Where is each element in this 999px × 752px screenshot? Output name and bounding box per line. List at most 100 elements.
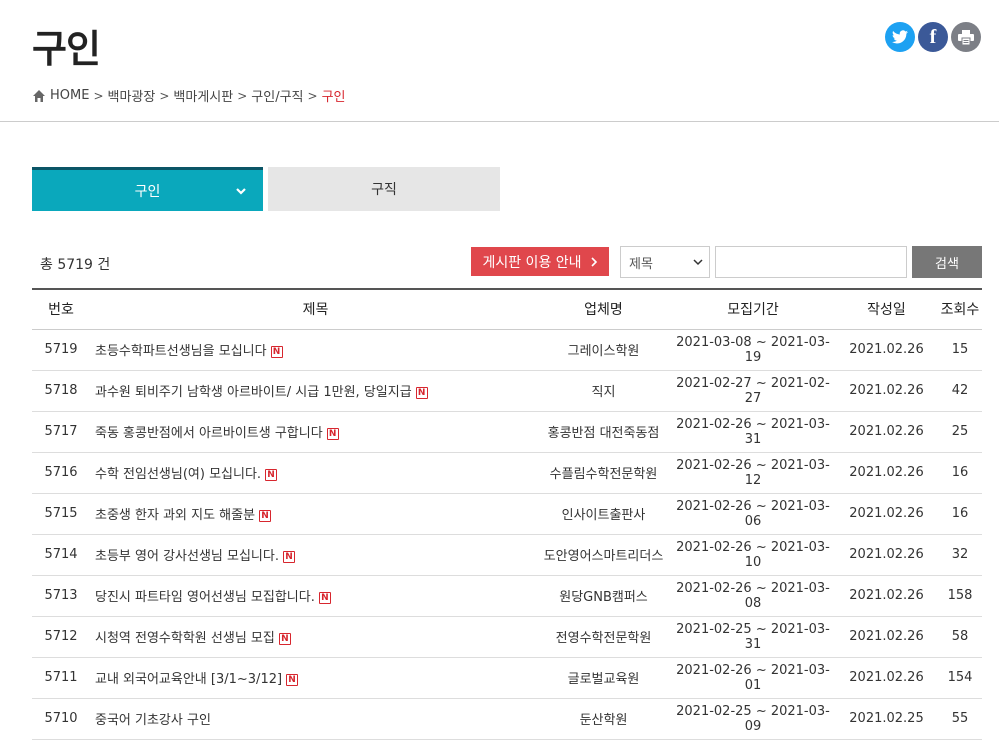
row-views: 32 [938, 534, 982, 576]
tab-job-offer[interactable]: 구인 [32, 167, 263, 211]
table-row[interactable]: 5710 중국어 기초강사 구인 둔산학원 2021-02-25 ~ 2021-03-… [32, 698, 982, 740]
row-views: 42 [938, 370, 982, 412]
row-title-link[interactable]: 수학 전임선생님(여) 모십니다. [95, 467, 261, 482]
row-title-link[interactable]: 당진시 파트타임 영어선생님 모집합니다. [95, 590, 315, 605]
row-title-link[interactable]: 과수원 퇴비주기 남학생 아르바이트/ 시급 1만원, 당일지급 [95, 385, 412, 400]
row-title-cell: 수학 전임선생님(여) 모십니다. N [90, 452, 536, 494]
row-title-link[interactable]: 초등수학파트선생님을 모십니다 [95, 344, 267, 359]
row-views: 58 [938, 616, 982, 658]
total-count: 총 5719 건 [40, 257, 111, 273]
table-row[interactable]: 5718 과수원 퇴비주기 남학생 아르바이트/ 시급 1만원, 당일지급 N 직지 2… [32, 370, 982, 412]
new-badge-icon: N [259, 510, 272, 522]
table-row[interactable]: 5711 교내 외국어교육안내 [3/1~3/12] N 글로벌교육원 2021-02-… [32, 657, 982, 699]
row-title-cell: 초중생 한자 과외 지도 해줄분 N [90, 493, 536, 535]
row-date: 2021.02.26 [835, 657, 938, 699]
row-title-link[interactable]: 죽동 홍콩반점에서 아르바이트생 구합니다 [95, 426, 323, 441]
row-date: 2021.02.26 [835, 616, 938, 658]
row-company: 그레이스학원 [536, 329, 671, 371]
row-company: 전영수학전문학원 [536, 616, 671, 658]
row-views: 154 [938, 657, 982, 699]
breadcrumb-item[interactable]: 백마게시판 [173, 86, 233, 105]
chevron-down-icon [236, 187, 246, 195]
search-select-value: 제목 [629, 256, 653, 272]
home-icon [33, 89, 45, 102]
column-header-title: 제목 [90, 288, 536, 330]
row-company: 글로벌교육원 [536, 657, 671, 699]
row-views: 16 [938, 452, 982, 494]
table-row[interactable]: 5719 초등수학파트선생님을 모십니다 N 그레이스학원 2021-03-08 ~ 2… [32, 329, 982, 371]
header-divider [0, 121, 999, 122]
breadcrumb-current: 구인 [321, 90, 346, 105]
breadcrumb-item[interactable]: 백마광장 [108, 86, 156, 105]
guide-button-label: 게시판 이용 안내 [482, 254, 582, 271]
chevron-right-icon: > [237, 88, 248, 103]
row-date: 2021.02.26 [835, 370, 938, 412]
row-period: 2021-02-26 ~ 2021-03-31 [671, 411, 835, 453]
row-period: 2021-03-08 ~ 2021-03-19 [671, 329, 835, 371]
page-title: 구인 [32, 27, 101, 71]
table-row[interactable]: 5714 초등부 영어 강사선생님 모십니다. N 도안영어스마트리더스 2021-02… [32, 534, 982, 576]
search-button[interactable]: 검색 [912, 246, 982, 278]
print-icon[interactable] [951, 22, 981, 52]
job-board-table: 번호 제목 업체명 모집기간 작성일 조회수 5719 초등수학파트선생님을 모십… [32, 288, 982, 740]
tab-label: 구인 [134, 183, 161, 200]
column-header-views: 조회수 [938, 288, 982, 330]
row-views: 15 [938, 329, 982, 371]
tab-job-seek[interactable]: 구직 [268, 167, 500, 211]
row-number: 5713 [32, 575, 90, 617]
new-badge-icon: N [415, 387, 428, 399]
twitter-icon[interactable] [885, 22, 915, 52]
table-row[interactable]: 5715 초중생 한자 과외 지도 해줄분 N 인사이트출판사 2021-02-26 ~… [32, 493, 982, 535]
breadcrumb-home[interactable]: HOME [50, 88, 89, 103]
row-date: 2021.02.26 [835, 534, 938, 576]
row-period: 2021-02-26 ~ 2021-03-01 [671, 657, 835, 699]
table-row[interactable]: 5716 수학 전임선생님(여) 모십니다. N 수플림수학전문학원 2021-02-2… [32, 452, 982, 494]
table-row[interactable]: 5712 시청역 전영수학학원 선생님 모집 N 전영수학전문학원 2021-02-25… [32, 616, 982, 658]
search-input[interactable] [715, 246, 907, 278]
row-period: 2021-02-26 ~ 2021-03-06 [671, 493, 835, 535]
row-title-cell: 당진시 파트타임 영어선생님 모집합니다. N [90, 575, 536, 617]
table-row[interactable]: 5717 죽동 홍콩반점에서 아르바이트생 구합니다 N 홍콩반점 대전죽동점 2021… [32, 411, 982, 453]
column-header-number: 번호 [32, 288, 90, 330]
row-period: 2021-02-26 ~ 2021-03-08 [671, 575, 835, 617]
new-badge-icon: N [326, 428, 339, 440]
row-title-link[interactable]: 시청역 전영수학학원 선생님 모집 [95, 631, 275, 646]
row-title-link[interactable]: 초중생 한자 과외 지도 해줄분 [95, 508, 255, 523]
row-views: 16 [938, 493, 982, 535]
table-row[interactable]: 5713 당진시 파트타임 영어선생님 모집합니다. N 원당GNB캠퍼스 2021-0… [32, 575, 982, 617]
search-field-select[interactable]: 제목 [620, 246, 710, 278]
row-date: 2021.02.26 [835, 575, 938, 617]
table-header-row: 번호 제목 업체명 모집기간 작성일 조회수 [32, 288, 982, 330]
row-date: 2021.02.25 [835, 698, 938, 740]
row-number: 5715 [32, 493, 90, 535]
row-title-cell: 과수원 퇴비주기 남학생 아르바이트/ 시급 1만원, 당일지급 N [90, 370, 536, 412]
row-title-link[interactable]: 교내 외국어교육안내 [3/1~3/12] [95, 672, 282, 687]
chevron-right-icon [590, 256, 597, 267]
column-header-period: 모집기간 [671, 288, 835, 330]
row-period: 2021-02-25 ~ 2021-03-09 [671, 698, 835, 740]
new-badge-icon: N [270, 346, 283, 358]
facebook-icon[interactable]: f [918, 22, 948, 52]
row-number: 5716 [32, 452, 90, 494]
row-views: 55 [938, 698, 982, 740]
column-header-company: 업체명 [536, 288, 671, 330]
row-number: 5719 [32, 329, 90, 371]
row-views: 158 [938, 575, 982, 617]
column-header-date: 작성일 [835, 288, 938, 330]
row-date: 2021.02.26 [835, 411, 938, 453]
row-title-cell: 중국어 기초강사 구인 [90, 698, 536, 740]
board-guide-button[interactable]: 게시판 이용 안내 [471, 247, 609, 276]
row-number: 5717 [32, 411, 90, 453]
row-period: 2021-02-27 ~ 2021-02-27 [671, 370, 835, 412]
tab-label: 구직 [371, 182, 397, 198]
new-badge-icon: N [286, 674, 299, 686]
row-number: 5711 [32, 657, 90, 699]
row-date: 2021.02.26 [835, 452, 938, 494]
row-period: 2021-02-26 ~ 2021-03-10 [671, 534, 835, 576]
row-title-link[interactable]: 초등부 영어 강사선생님 모십니다. [95, 549, 279, 564]
row-company: 홍콩반점 대전죽동점 [536, 411, 671, 453]
new-badge-icon: N [265, 469, 278, 481]
breadcrumb-item[interactable]: 구인/구직 [251, 86, 303, 105]
row-title-link[interactable]: 중국어 기초강사 구인 [95, 713, 211, 728]
row-company: 도안영어스마트리더스 [536, 534, 671, 576]
